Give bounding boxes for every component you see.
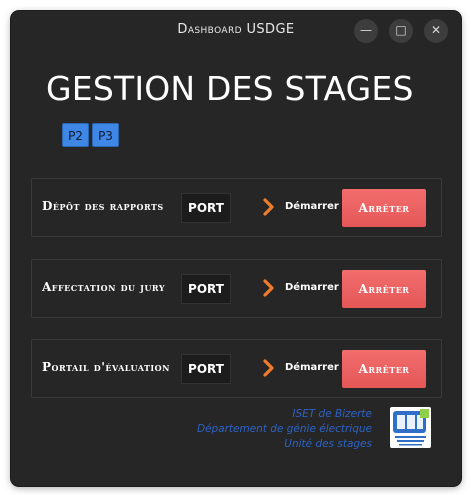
chevron-right-icon	[263, 279, 274, 297]
start-button[interactable]: Démarrer	[285, 362, 339, 373]
chevron-right-icon	[263, 198, 274, 216]
footer-line-institution: ISET de Bizerte	[292, 408, 372, 420]
close-button[interactable]: ✕	[424, 19, 448, 43]
service-label: Affectation du jury	[42, 280, 166, 294]
port-field[interactable]: PORT	[181, 274, 231, 304]
phase-button-p3[interactable]: P3	[92, 123, 119, 147]
service-row-evaluation: Portail d'évaluation PORT Démarrer Arrêt…	[31, 339, 442, 398]
chevron-right-icon	[263, 359, 274, 377]
maximize-button[interactable]: □	[389, 19, 413, 43]
stop-button[interactable]: Arrêter	[342, 350, 426, 388]
service-label: Dépôt des rapports	[42, 199, 164, 213]
footer-line-department: Département de génie électrique	[196, 423, 372, 435]
service-row-jury: Affectation du jury PORT Démarrer Arrête…	[31, 259, 442, 318]
start-button[interactable]: Démarrer	[285, 201, 339, 212]
phase-button-p2[interactable]: P2	[62, 123, 89, 147]
footer-line-unit: Unité des stages	[284, 438, 372, 450]
service-row-depot: Dépôt des rapports PORT Démarrer Arrêter	[31, 178, 442, 237]
page-title: GESTION DES STAGES	[46, 69, 414, 108]
port-field[interactable]: PORT	[181, 193, 231, 223]
port-field[interactable]: PORT	[181, 354, 231, 384]
stop-button[interactable]: Arrêter	[342, 270, 426, 308]
footer-credits: ISET de Bizerte Département de génie éle…	[197, 407, 372, 452]
minimize-button[interactable]: —	[354, 19, 378, 43]
iset-logo-icon	[390, 407, 431, 448]
app-window: Dashboard USDGE — □ ✕ GESTION DES STAGES…	[11, 11, 461, 486]
stop-button[interactable]: Arrêter	[342, 189, 426, 227]
service-label: Portail d'évaluation	[42, 360, 170, 374]
start-button[interactable]: Démarrer	[285, 282, 339, 293]
title-bar[interactable]: Dashboard USDGE — □ ✕	[11, 11, 461, 49]
